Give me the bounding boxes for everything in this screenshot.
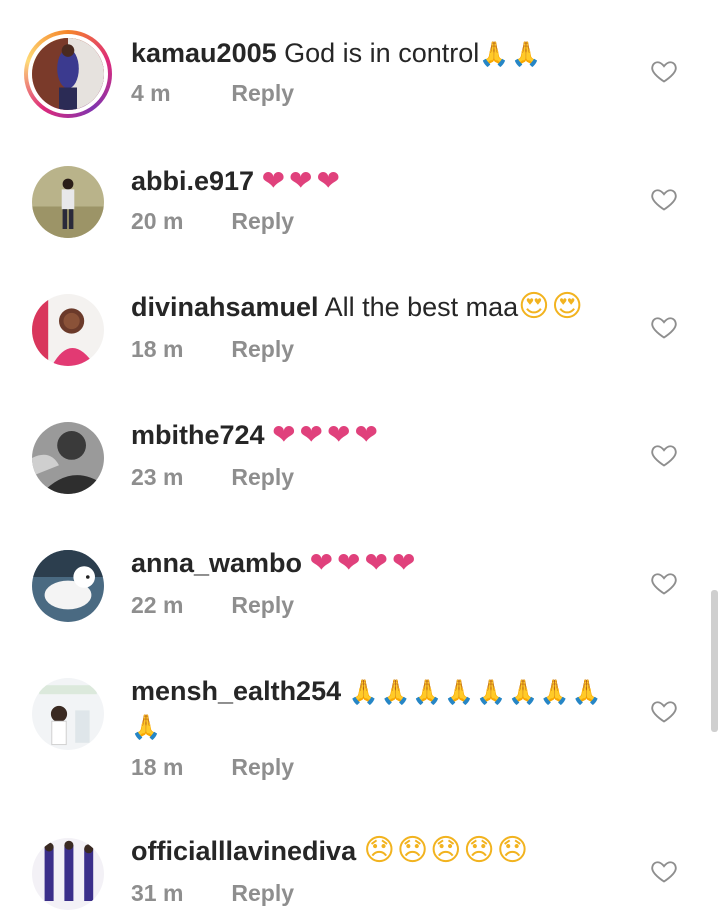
avatar[interactable] bbox=[32, 550, 104, 622]
comment-text-line: mbithe724 ❤❤❤❤ bbox=[131, 417, 624, 453]
reply-button[interactable]: Reply bbox=[231, 880, 294, 907]
comment-username[interactable]: divinahsamuel bbox=[131, 292, 319, 322]
comment-emoji-line-2: 🙏 bbox=[131, 713, 163, 741]
comment-username[interactable]: officialllavinediva bbox=[131, 836, 356, 866]
comment-text-line: kamau2005 God is in control🙏🙏 bbox=[131, 35, 624, 72]
scrollbar[interactable] bbox=[711, 590, 718, 732]
comment-item: abbi.e917 ❤❤❤ 20 m Reply bbox=[0, 163, 720, 276]
avatar[interactable] bbox=[32, 838, 104, 910]
avatar[interactable] bbox=[24, 30, 112, 118]
comment-timestamp: 4 m bbox=[131, 80, 171, 106]
comment-username[interactable]: kamau2005 bbox=[131, 38, 277, 68]
comment-item: kamau2005 God is in control🙏🙏 4 m Reply bbox=[0, 30, 720, 140]
heart-outline-icon[interactable] bbox=[650, 569, 678, 597]
comment-body: All the best maa bbox=[324, 292, 519, 322]
comment-emoji: 😞😞😞😞😞 bbox=[363, 833, 530, 868]
reply-button[interactable]: Reply bbox=[231, 80, 294, 107]
comment-timestamp: 18 m bbox=[131, 336, 184, 362]
comment-timestamp: 20 m bbox=[131, 208, 184, 234]
comment-username[interactable]: mensh_ealth254 bbox=[131, 676, 341, 706]
comment-meta: 4 m Reply bbox=[131, 80, 294, 107]
comment-text-line: divinahsamuel All the best maa😍😍 bbox=[131, 289, 624, 325]
comment-body: God is in control bbox=[284, 38, 480, 68]
heart-outline-icon[interactable] bbox=[650, 185, 678, 213]
heart-outline-icon[interactable] bbox=[650, 857, 678, 885]
heart-outline-icon[interactable] bbox=[650, 313, 678, 341]
comment-meta: 31 m Reply bbox=[131, 880, 294, 907]
heart-outline-icon[interactable] bbox=[650, 441, 678, 469]
comment-emoji: 🙏🙏 bbox=[479, 40, 543, 68]
comment-timestamp: 31 m bbox=[131, 880, 184, 906]
comment-meta: 20 m Reply bbox=[131, 208, 294, 235]
avatar[interactable] bbox=[32, 422, 104, 494]
comment-meta: 18 m Reply bbox=[131, 754, 294, 781]
comment-item: mbithe724 ❤❤❤❤ 23 m Reply bbox=[0, 418, 720, 532]
reply-button[interactable]: Reply bbox=[231, 208, 294, 235]
comment-username[interactable]: anna_wambo bbox=[131, 548, 302, 578]
comment-emoji: 😍😍 bbox=[518, 289, 585, 324]
avatar[interactable] bbox=[32, 166, 104, 238]
comment-emoji: ❤❤❤❤ bbox=[272, 418, 382, 451]
comment-timestamp: 22 m bbox=[131, 592, 184, 618]
avatar[interactable] bbox=[32, 294, 104, 366]
reply-button[interactable]: Reply bbox=[231, 464, 294, 491]
comment-username[interactable]: abbi.e917 bbox=[131, 166, 254, 196]
reply-button[interactable]: Reply bbox=[231, 592, 294, 619]
comment-timestamp: 23 m bbox=[131, 464, 184, 490]
heart-outline-icon[interactable] bbox=[650, 697, 678, 725]
comment-emoji: ❤❤❤❤ bbox=[309, 546, 420, 579]
comment-meta: 18 m Reply bbox=[131, 336, 294, 363]
comment-text-line: abbi.e917 ❤❤❤ bbox=[131, 163, 624, 199]
comment-text-line: anna_wambo ❤❤❤❤ bbox=[131, 545, 624, 581]
comment-username[interactable]: mbithe724 bbox=[131, 420, 265, 450]
comment-item: mensh_ealth254 🙏🙏🙏🙏🙏🙏🙏🙏 🙏 18 m Reply bbox=[0, 676, 720, 808]
heart-outline-icon[interactable] bbox=[650, 57, 678, 85]
comment-item: anna_wambo ❤❤❤❤ 22 m Reply bbox=[0, 546, 720, 660]
reply-button[interactable]: Reply bbox=[231, 754, 294, 781]
comment-timestamp: 18 m bbox=[131, 754, 184, 780]
reply-button[interactable]: Reply bbox=[231, 336, 294, 363]
comment-emoji: ❤❤❤ bbox=[261, 164, 344, 197]
comment-text-line: officialllavinediva 😞😞😞😞😞 bbox=[131, 833, 624, 869]
comment-text-line-2: 🙏 bbox=[131, 708, 624, 745]
comment-meta: 23 m Reply bbox=[131, 464, 294, 491]
comment-meta: 22 m Reply bbox=[131, 592, 294, 619]
comment-item: divinahsamuel All the best maa😍😍 18 m Re… bbox=[0, 289, 720, 404]
comment-emoji: 🙏🙏🙏🙏🙏🙏🙏🙏 bbox=[348, 678, 604, 706]
comment-item: officialllavinediva 😞😞😞😞😞 31 m Reply bbox=[0, 833, 720, 913]
avatar[interactable] bbox=[32, 678, 104, 750]
comment-text-line: mensh_ealth254 🙏🙏🙏🙏🙏🙏🙏🙏 bbox=[131, 673, 624, 710]
